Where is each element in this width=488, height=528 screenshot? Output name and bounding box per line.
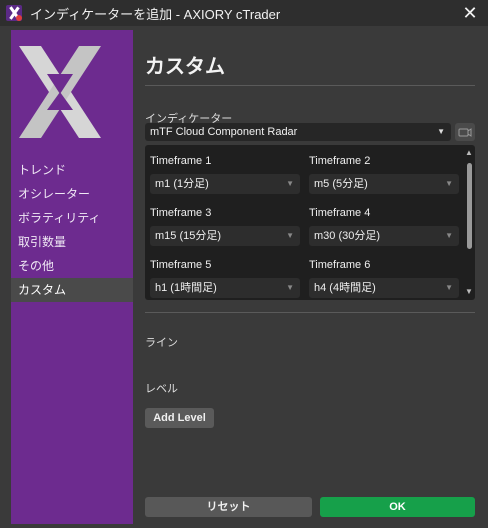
page-title: カスタム [145, 56, 225, 78]
chevron-down-icon: ▼ [286, 179, 294, 188]
category-nav: トレンド オシレーター ボラティリティ 取引数量 その他 カスタム [11, 158, 133, 302]
timeframe-2-select[interactable]: m5 (5分足) ▼ [309, 174, 459, 194]
timeframe-4-label: Timeframe 4 [309, 207, 371, 219]
timeframe-6: Timeframe 6 h4 (4時間足) ▼ [309, 259, 459, 298]
chevron-down-icon: ▼ [437, 127, 445, 136]
timeframe-3-label: Timeframe 3 [150, 207, 212, 219]
camera-button[interactable] [455, 123, 475, 141]
chevron-down-icon: ▼ [445, 179, 453, 188]
timeframe-1-label: Timeframe 1 [150, 155, 212, 167]
lines-section-label: ライン [145, 337, 178, 349]
chevron-down-icon: ▼ [445, 283, 453, 292]
timeframe-4-value: m30 (30分足) [314, 230, 381, 242]
close-icon[interactable]: ✕ [460, 3, 480, 23]
timeframe-3: Timeframe 3 m15 (15分足) ▼ [150, 207, 300, 246]
chevron-down-icon: ▼ [286, 231, 294, 240]
timeframe-6-label: Timeframe 6 [309, 259, 371, 271]
app-icon [6, 5, 22, 21]
chevron-down-icon: ▼ [286, 283, 294, 292]
scroll-up-icon[interactable]: ▲ [463, 147, 475, 159]
timeframe-5-label: Timeframe 5 [150, 259, 212, 271]
timeframe-2-value: m5 (5分足) [314, 178, 368, 190]
timeframe-5: Timeframe 5 h1 (1時間足) ▼ [150, 259, 300, 298]
timeframe-1-value: m1 (1分足) [155, 178, 209, 190]
main-panel: カスタム インディケーター mTF Cloud Component Radar … [133, 30, 484, 524]
timeframe-4-select[interactable]: m30 (30分足) ▼ [309, 226, 459, 246]
window-title: インディケーターを追加 - AXIORY cTrader [30, 6, 281, 22]
sidebar-item-custom[interactable]: カスタム [11, 278, 133, 302]
timeframe-5-select[interactable]: h1 (1時間足) ▼ [150, 278, 300, 298]
timeframe-5-value: h1 (1時間足) [155, 282, 217, 294]
timeframe-4: Timeframe 4 m30 (30分足) ▼ [309, 207, 459, 246]
timeframe-1-select[interactable]: m1 (1分足) ▼ [150, 174, 300, 194]
add-level-button[interactable]: Add Level [145, 408, 214, 428]
sidebar: トレンド オシレーター ボラティリティ 取引数量 その他 カスタム [11, 30, 133, 524]
sidebar-item-other[interactable]: その他 [11, 254, 133, 278]
timeframe-3-value: m15 (15分足) [155, 230, 222, 242]
divider [145, 312, 475, 313]
title-bar: インディケーターを追加 - AXIORY cTrader ✕ [0, 0, 488, 26]
camera-icon [458, 128, 472, 137]
sidebar-item-trend[interactable]: トレンド [11, 158, 133, 182]
timeframe-6-select[interactable]: h4 (4時間足) ▼ [309, 278, 459, 298]
timeframe-2: Timeframe 2 m5 (5分足) ▼ [309, 155, 459, 194]
levels-section-label: レベル [145, 383, 178, 395]
timeframe-3-select[interactable]: m15 (15分足) ▼ [150, 226, 300, 246]
scrollbar-thumb[interactable] [467, 163, 472, 249]
timeframe-2-label: Timeframe 2 [309, 155, 371, 167]
indicator-select[interactable]: mTF Cloud Component Radar ▼ [145, 123, 451, 141]
divider [145, 85, 475, 86]
sidebar-item-oscillator[interactable]: オシレーター [11, 182, 133, 206]
sidebar-item-volume[interactable]: 取引数量 [11, 230, 133, 254]
chevron-down-icon: ▼ [445, 231, 453, 240]
timeframe-panel: Timeframe 1 m1 (1分足) ▼ Timeframe 2 m5 (5… [145, 145, 475, 300]
ok-button[interactable]: OK [320, 497, 475, 517]
timeframe-1: Timeframe 1 m1 (1分足) ▼ [150, 155, 300, 194]
axiory-logo [19, 46, 101, 138]
scroll-down-icon[interactable]: ▼ [463, 286, 475, 298]
indicator-select-value: mTF Cloud Component Radar [150, 126, 298, 138]
reset-button[interactable]: リセット [145, 497, 312, 517]
sidebar-item-volatility[interactable]: ボラティリティ [11, 206, 133, 230]
timeframe-6-value: h4 (4時間足) [314, 282, 376, 294]
